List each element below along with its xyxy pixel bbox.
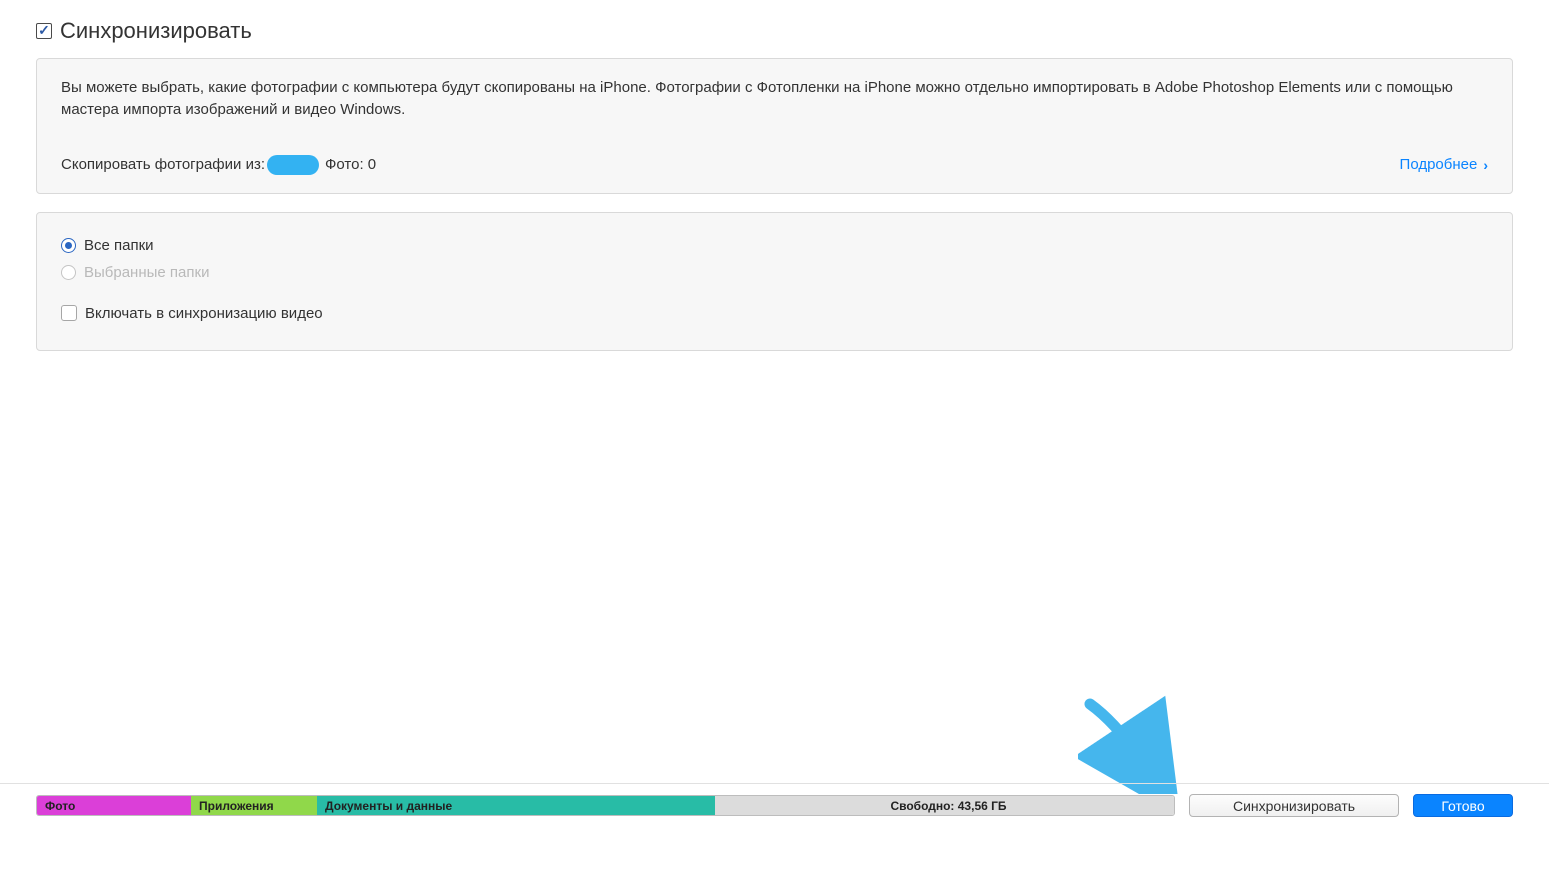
storage-bar: Фото Приложения Документы и данные Свобо…	[36, 795, 1175, 816]
options-panel: Все папки Выбранные папки Включать в син…	[36, 212, 1513, 351]
radio-selected-folders	[61, 265, 76, 280]
chevron-right-icon: ›	[1483, 157, 1488, 173]
storage-segment-free: Свободно: 43,56 ГБ	[715, 796, 1174, 815]
selected-folders-label: Выбранные папки	[84, 264, 209, 281]
storage-segment-photo[interactable]: Фото	[37, 796, 191, 815]
include-video-label: Включать в синхронизацию видео	[85, 305, 323, 322]
more-link-label: Подробнее	[1400, 156, 1478, 173]
done-button[interactable]: Готово	[1413, 794, 1513, 817]
source-dropdown[interactable]	[267, 155, 319, 175]
photo-count-label: Фото: 0	[325, 156, 376, 173]
annotation-arrow-icon	[1078, 694, 1178, 794]
page-title: Синхронизировать	[60, 18, 252, 44]
storage-segment-docs[interactable]: Документы и данные	[317, 796, 715, 815]
sync-button[interactable]: Синхронизировать	[1189, 794, 1399, 817]
radio-all-folders[interactable]	[61, 238, 76, 253]
storage-segment-apps[interactable]: Приложения	[191, 796, 317, 815]
more-link[interactable]: Подробнее ›	[1400, 156, 1488, 173]
info-panel: Вы можете выбрать, какие фотографии с ко…	[36, 58, 1513, 194]
include-video-checkbox[interactable]	[61, 305, 77, 321]
copy-from-label: Скопировать фотографии из:	[61, 156, 265, 173]
sync-checkbox[interactable]	[36, 23, 52, 39]
all-folders-label: Все папки	[84, 237, 154, 254]
footer: Фото Приложения Документы и данные Свобо…	[0, 783, 1549, 817]
sync-description: Вы можете выбрать, какие фотографии с ко…	[61, 77, 1488, 121]
